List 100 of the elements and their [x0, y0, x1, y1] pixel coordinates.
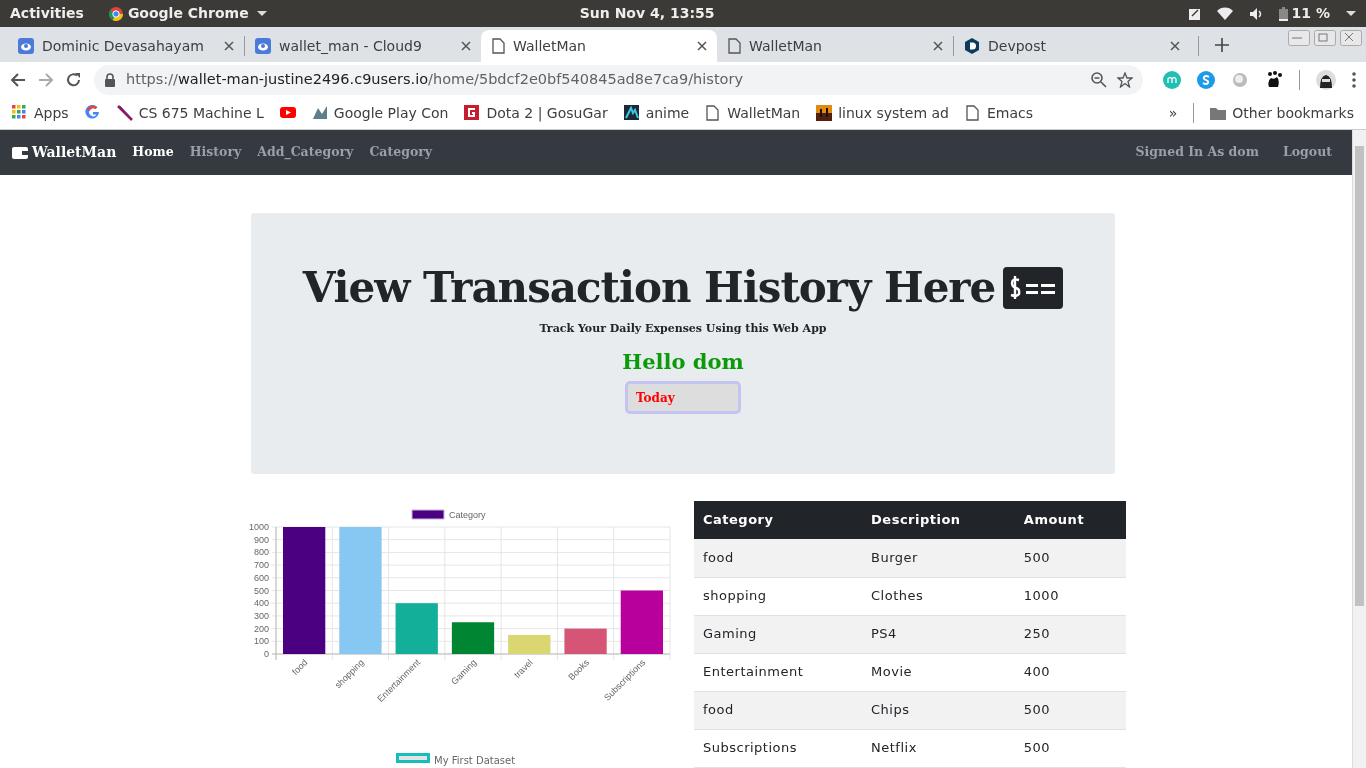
page-icon	[727, 38, 741, 54]
notes-icon[interactable]	[1187, 6, 1201, 21]
logout-link[interactable]: Logout	[1282, 143, 1332, 162]
close-icon[interactable]	[224, 41, 234, 51]
close-icon[interactable]	[461, 41, 471, 51]
bookmark[interactable]: WalletMan	[705, 102, 801, 124]
avatar-icon[interactable]	[1316, 69, 1336, 90]
wallet-icon	[12, 145, 28, 160]
subtitle: Track Your Daily Expenses Using this Web App	[539, 321, 827, 338]
table-cell: Subscriptions	[694, 729, 863, 767]
axis-tick-label: 500	[253, 585, 269, 596]
table-cell: 400	[1014, 653, 1126, 691]
bar[interactable]	[451, 622, 495, 654]
new-tab-icon[interactable]	[1215, 38, 1229, 52]
star-icon[interactable]	[1117, 71, 1133, 88]
table-cell: 1000	[1014, 577, 1126, 615]
browser-tab[interactable]: WalletMan	[717, 30, 953, 62]
table-cell: PS4	[862, 615, 1015, 653]
column-header: Description	[862, 501, 1015, 539]
page-icon	[965, 105, 981, 121]
app-menu[interactable]: Google Chrome	[107, 3, 267, 24]
battery-icon[interactable]	[1278, 6, 1288, 21]
close-icon[interactable]	[933, 41, 943, 51]
bookmark[interactable]: anime	[623, 102, 690, 124]
axis-tick-label: 100	[253, 636, 269, 647]
brand-logo[interactable]: WalletMan	[12, 142, 117, 163]
axis-tick-label: 400	[253, 598, 269, 609]
close-icon[interactable]	[1340, 30, 1362, 46]
wifi-icon[interactable]	[1216, 6, 1233, 21]
apps-icon	[12, 105, 28, 121]
mountain-icon	[623, 105, 640, 121]
scrollbar[interactable]	[1352, 130, 1366, 768]
skype-icon[interactable]	[1197, 70, 1215, 89]
table-cell: Burger	[862, 539, 1015, 577]
hexagon-icon	[964, 38, 980, 54]
photo-icon	[816, 105, 833, 121]
caret-icon[interactable]	[1346, 11, 1356, 16]
table-cell: Clothes	[862, 577, 1015, 615]
browser-tab[interactable]: Dominic Devasahayam	[8, 30, 244, 62]
activities-button[interactable]: Activities	[10, 3, 84, 24]
lock-icon	[104, 72, 116, 87]
bookmark[interactable]: CS 675 Machine L	[116, 102, 264, 124]
bookmark[interactable]: linux system ad	[816, 102, 949, 124]
nav-link[interactable]: Category	[369, 143, 433, 162]
zoom-icon[interactable]	[1091, 71, 1107, 88]
table-cell: food	[694, 691, 863, 729]
page-icon	[705, 105, 722, 121]
axis-tick-label: 600	[253, 572, 269, 583]
browser-tab[interactable]: WalletMan	[481, 30, 717, 62]
google-icon[interactable]	[84, 105, 101, 121]
axis-tick-label: 1000	[248, 522, 269, 532]
cloud-icon	[255, 38, 271, 54]
legend-label: My First Dataset	[434, 754, 516, 768]
chrome-icon	[107, 5, 124, 22]
nav-link[interactable]: History	[189, 143, 242, 162]
bar[interactable]	[283, 527, 326, 654]
bookmark[interactable]: Apps	[12, 102, 69, 124]
close-icon[interactable]	[697, 41, 707, 51]
axis-tick-label: 300	[253, 610, 269, 621]
more-bookmarks-button[interactable]: »	[1168, 102, 1178, 124]
legend-swatch	[396, 753, 430, 763]
close-icon[interactable]	[1170, 41, 1180, 51]
table-cell: 500	[1014, 539, 1126, 577]
bookmarks-folder[interactable]: Other bookmarks	[1210, 102, 1354, 124]
axis-tick-label: 700	[253, 560, 269, 571]
bookmark[interactable]: Google Play Con	[311, 102, 449, 124]
column-header: Amount	[1014, 501, 1126, 539]
caret-icon	[256, 11, 267, 16]
browser-tab[interactable]: Devpost	[954, 30, 1190, 62]
clock[interactable]: Sun Nov 4, 13:55	[266, 3, 1188, 24]
table-cell: Entertainment	[694, 653, 863, 691]
nav-link[interactable]: Home	[132, 143, 174, 162]
table-cell: Chips	[862, 691, 1015, 729]
chart-legend[interactable]: Category	[411, 509, 486, 520]
axis-tick-label: 0	[264, 649, 269, 659]
paw-icon[interactable]	[1265, 70, 1283, 89]
volume-icon[interactable]	[1248, 6, 1263, 21]
axis-tick-label: 900	[253, 534, 269, 545]
reload-icon[interactable]	[66, 71, 82, 88]
table-cell: 500	[1014, 729, 1126, 767]
table-cell: shopping	[694, 577, 863, 615]
folder-icon	[1210, 106, 1227, 120]
browser-tab[interactable]: wallet_man - Cloud9	[245, 30, 481, 62]
bookmark[interactable]: Emacs	[965, 102, 1034, 124]
legend-label: Category	[449, 510, 487, 520]
table-cell: food	[694, 539, 863, 577]
video-icon[interactable]	[279, 105, 296, 121]
table-cell: Netflix	[862, 729, 1015, 767]
column-header: Category	[694, 501, 863, 539]
nav-link[interactable]: Add_Category	[257, 143, 354, 162]
page-title: View Transaction History Here	[302, 263, 996, 314]
battery-level: 11 %	[1291, 4, 1330, 23]
signed-in-link[interactable]: Signed In As dom	[1135, 143, 1259, 162]
table-cell: 250	[1014, 615, 1126, 653]
back-icon[interactable]	[10, 71, 26, 88]
bookmark[interactable]: Dota 2 | GosuGar	[464, 102, 608, 124]
menu-icon[interactable]	[1352, 71, 1356, 88]
axis-tick-label: 800	[253, 547, 269, 558]
axis-tick-label: 200	[253, 623, 269, 634]
bar[interactable]	[620, 590, 663, 654]
